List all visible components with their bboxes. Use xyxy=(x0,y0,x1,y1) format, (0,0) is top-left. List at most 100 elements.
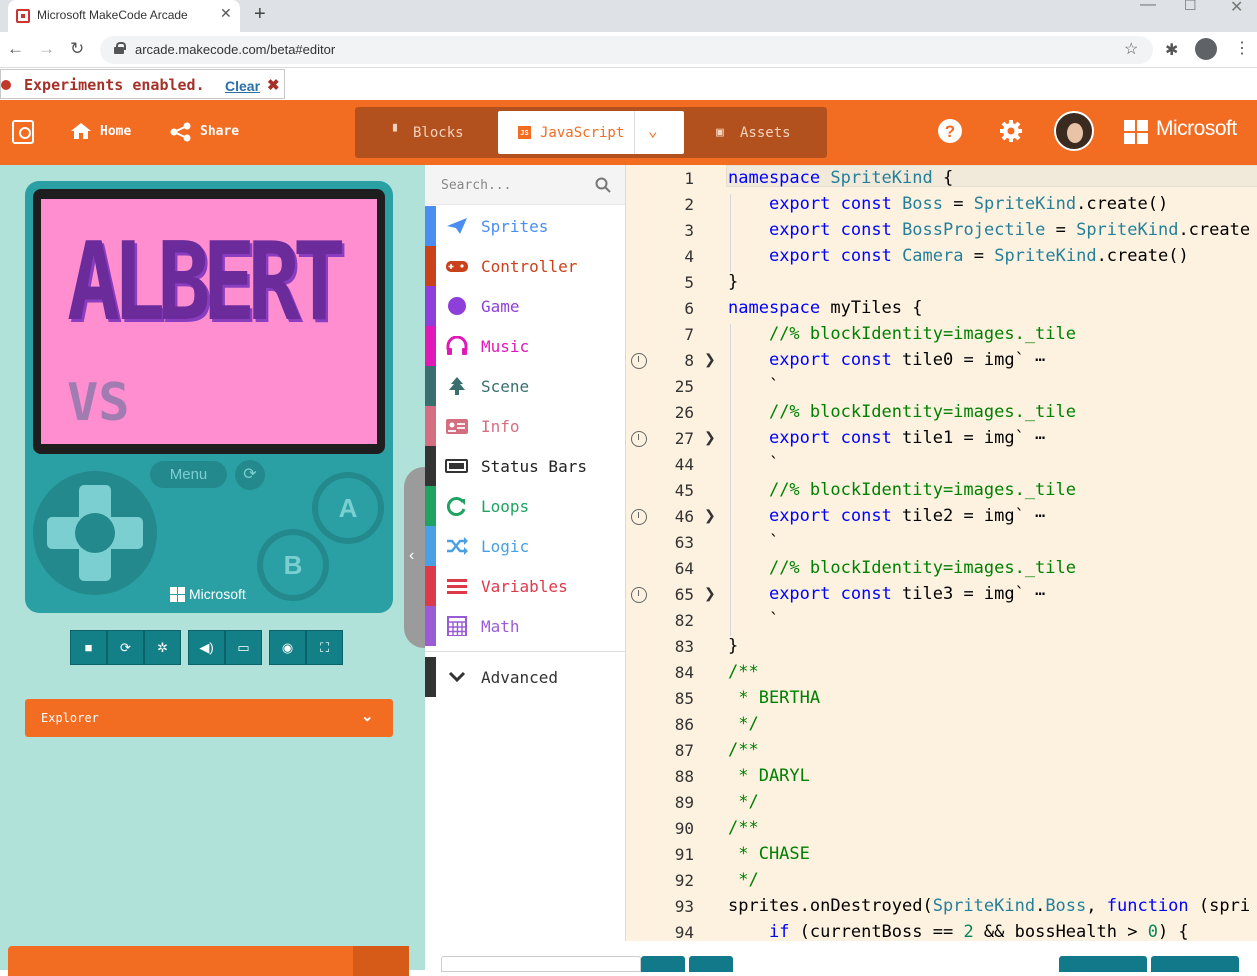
gamepad-icon xyxy=(446,261,468,272)
maximize-icon[interactable]: ☐ xyxy=(1184,0,1197,14)
category-loops[interactable]: Loops xyxy=(425,486,625,526)
image-editor-icon[interactable] xyxy=(631,587,647,603)
code-line[interactable]: /** xyxy=(728,818,759,838)
tab-assets[interactable]: ▣ Assets xyxy=(700,111,827,154)
minimize-icon[interactable]: — xyxy=(1140,0,1156,14)
code-line[interactable]: //% blockIdentity=images._tile xyxy=(728,480,1076,500)
code-line[interactable]: ` xyxy=(728,376,779,396)
game-screen[interactable]: ALBERT VS xyxy=(41,199,377,444)
download-button[interactable] xyxy=(8,946,409,976)
clear-close-icon[interactable]: ✖ xyxy=(267,76,280,94)
reload-icon[interactable]: ↻ xyxy=(70,39,84,59)
screenshot-camera-icon[interactable]: ◉ xyxy=(269,630,306,665)
window-close-icon[interactable]: ✕ xyxy=(1230,0,1243,17)
explorer-panel-toggle[interactable]: Explorer ⌄ xyxy=(25,699,393,737)
code-editor[interactable]: 1 namespace SpriteKind {2 export const Bo… xyxy=(625,165,1257,942)
category-advanced[interactable]: Advanced xyxy=(425,657,625,697)
extensions-icon[interactable]: ✱ xyxy=(1165,40,1178,60)
category-scene[interactable]: Scene xyxy=(425,366,625,406)
dpad[interactable] xyxy=(33,471,157,595)
line-number: 64 xyxy=(674,559,694,578)
user-avatar[interactable] xyxy=(1054,111,1094,151)
code-line[interactable]: namespace SpriteKind { xyxy=(728,168,953,188)
code-line[interactable]: /** xyxy=(728,662,759,682)
chevron-down-icon xyxy=(448,671,466,683)
code-line[interactable]: ` xyxy=(728,532,779,552)
toolbox-search-input[interactable]: Search... xyxy=(425,165,625,205)
language-dropdown-chevron-icon[interactable]: ⌄ xyxy=(648,121,658,140)
clear-experiments-link[interactable]: Clear xyxy=(225,78,260,94)
category-music[interactable]: Music xyxy=(425,326,625,366)
download-options-button[interactable] xyxy=(353,946,409,976)
category-label: Music xyxy=(481,337,530,356)
category-info[interactable]: Info xyxy=(425,406,625,446)
code-line[interactable]: //% blockIdentity=images._tile xyxy=(728,558,1076,578)
code-line[interactable]: ` xyxy=(728,454,779,474)
url-field[interactable]: arcade.makecode.com/beta#editor ☆ xyxy=(100,36,1153,64)
code-line[interactable]: * DARYL xyxy=(728,766,810,786)
code-line[interactable]: */ xyxy=(728,870,758,890)
search-icon xyxy=(595,177,611,193)
fold-expand-icon[interactable]: ❯ xyxy=(704,351,716,368)
keyboard-icon[interactable]: ▭ xyxy=(225,630,262,665)
volume-icon[interactable]: ◀) xyxy=(188,630,225,665)
code-line[interactable]: namespace myTiles { xyxy=(728,298,922,318)
code-line[interactable]: export const tile0 = img` ⋯ xyxy=(728,350,1045,370)
restart-icon[interactable]: ⟳ xyxy=(107,630,144,665)
tab-blocks[interactable]: ▘ Blocks xyxy=(355,111,498,154)
stop-icon[interactable]: ■ xyxy=(70,630,107,665)
category-sprites[interactable]: Sprites xyxy=(425,206,625,246)
code-line[interactable]: } xyxy=(728,272,738,292)
category-logic[interactable]: Logic xyxy=(425,526,625,566)
category-game[interactable]: Game xyxy=(425,286,625,326)
restart-small-icon[interactable]: ⟳ xyxy=(235,460,265,490)
forward-icon[interactable]: → xyxy=(38,39,55,59)
code-line[interactable]: */ xyxy=(728,792,758,812)
browser-menu-icon[interactable]: ⋮ xyxy=(1234,38,1250,58)
help-icon[interactable]: ? xyxy=(937,118,963,144)
fullscreen-icon[interactable]: ⛶ xyxy=(306,630,343,665)
bookmark-star-icon[interactable]: ☆ xyxy=(1124,39,1138,59)
category-label: Scene xyxy=(481,377,530,396)
back-icon[interactable]: ← xyxy=(7,39,24,59)
code-line[interactable]: } xyxy=(728,636,738,656)
code-line[interactable]: //% blockIdentity=images._tile xyxy=(728,324,1076,344)
new-tab-button[interactable]: + xyxy=(254,3,266,26)
debug-bug-icon[interactable]: ✲ xyxy=(144,630,181,665)
b-button[interactable]: B xyxy=(257,529,329,601)
fold-expand-icon[interactable]: ❯ xyxy=(704,507,716,524)
fold-expand-icon[interactable]: ❯ xyxy=(704,585,716,602)
image-editor-icon[interactable] xyxy=(631,431,647,447)
menu-button[interactable]: Menu xyxy=(150,461,227,488)
image-editor-icon[interactable] xyxy=(631,509,647,525)
code-line[interactable]: /** xyxy=(728,740,759,760)
category-variables[interactable]: Variables xyxy=(425,566,625,606)
tab-assets-label: Assets xyxy=(740,125,791,141)
line-number: 25 xyxy=(674,377,694,396)
code-line[interactable]: //% blockIdentity=images._tile xyxy=(728,402,1076,422)
code-line[interactable]: sprites.onDestroyed(SpriteKind.Boss, fun… xyxy=(728,896,1250,916)
profile-icon[interactable] xyxy=(1195,38,1217,60)
code-line[interactable]: ` xyxy=(728,610,779,630)
code-line[interactable]: * CHASE xyxy=(728,844,810,864)
code-line[interactable]: */ xyxy=(728,714,758,734)
code-line[interactable]: export const tile3 = img` ⋯ xyxy=(728,584,1045,604)
code-line[interactable]: export const BossProjectile = SpriteKind… xyxy=(728,220,1250,240)
category-controller[interactable]: Controller xyxy=(425,246,625,286)
code-line[interactable]: * BERTHA xyxy=(728,688,820,708)
tab-javascript[interactable]: JS JavaScript ⌄ xyxy=(498,111,684,154)
code-line[interactable]: if (currentBoss == 2 && bossHealth > 0) … xyxy=(728,922,1189,942)
collapse-simulator-handle[interactable]: ‹ xyxy=(404,467,426,648)
code-line[interactable]: export const tile2 = img` ⋯ xyxy=(728,506,1045,526)
tab-close-icon[interactable]: ✕ xyxy=(220,5,232,22)
code-line[interactable]: export const Boss = SpriteKind.create() xyxy=(728,194,1168,214)
code-line[interactable]: export const Camera = SpriteKind.create(… xyxy=(728,246,1189,266)
arcade-logo-icon[interactable] xyxy=(12,120,34,144)
category-math[interactable]: Math xyxy=(425,606,625,646)
browser-tab[interactable]: Microsoft MakeCode Arcade ✕ xyxy=(8,0,240,32)
code-line[interactable]: export const tile1 = img` ⋯ xyxy=(728,428,1045,448)
fold-expand-icon[interactable]: ❯ xyxy=(704,429,716,446)
category-status-bars[interactable]: Status Bars xyxy=(425,446,625,486)
image-editor-icon[interactable] xyxy=(631,353,647,369)
settings-gear-icon[interactable] xyxy=(998,118,1024,144)
